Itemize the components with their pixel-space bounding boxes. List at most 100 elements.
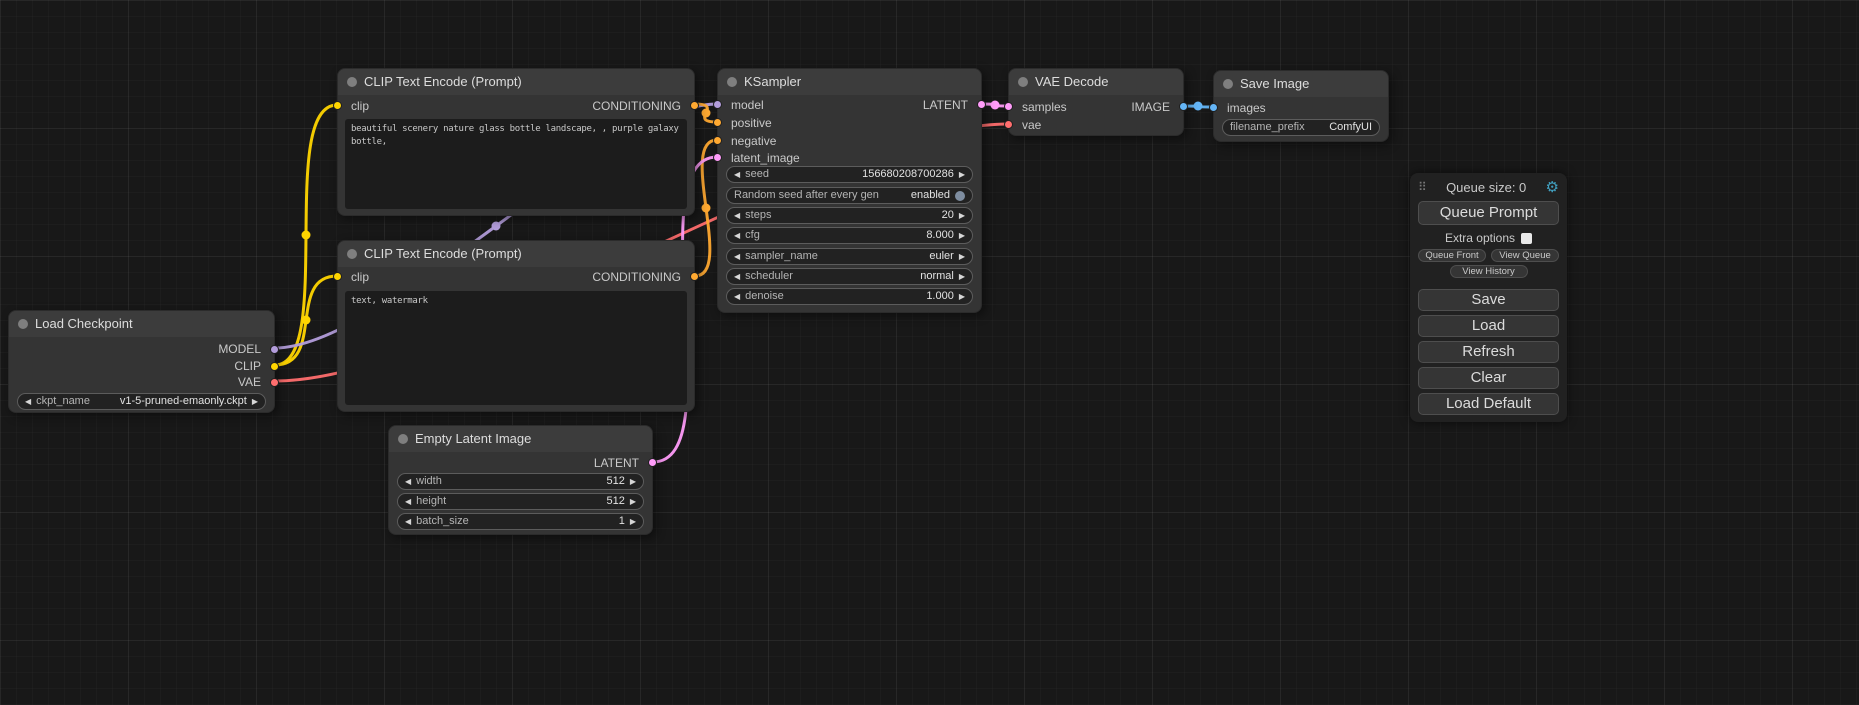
input-dot-clip[interactable] xyxy=(333,272,342,281)
input-label-vae: vae xyxy=(1022,118,1041,132)
widget-width[interactable]: ◀ width 512 ▶ xyxy=(397,473,644,490)
output-dot-image[interactable] xyxy=(1179,102,1188,111)
input-dot-images[interactable] xyxy=(1209,103,1218,112)
widget-denoise[interactable]: ◀ denoise 1.000 ▶ xyxy=(726,288,973,305)
output-dot-latent[interactable] xyxy=(977,100,986,109)
output-dot-latent[interactable] xyxy=(648,458,657,467)
input-dot-positive[interactable] xyxy=(713,118,722,127)
node-title-bar[interactable]: CLIP Text Encode (Prompt) xyxy=(338,69,694,95)
input-label-model: model xyxy=(731,98,764,112)
link-midpoint-dot xyxy=(492,222,501,231)
widget-name: sampler_name xyxy=(745,249,818,264)
load-button[interactable]: Load xyxy=(1418,315,1559,337)
widget-name: height xyxy=(416,494,446,509)
output-dot-model[interactable] xyxy=(270,345,279,354)
node-empty-latent-image[interactable]: Empty Latent Image LATENT ◀ width 512 ▶ … xyxy=(388,425,653,535)
decrement-arrow-icon[interactable]: ◀ xyxy=(734,208,740,223)
node-title-bar[interactable]: KSampler xyxy=(718,69,981,95)
increment-arrow-icon[interactable]: ▶ xyxy=(630,474,636,489)
node-clip-text-encode-positive[interactable]: CLIP Text Encode (Prompt) clip CONDITION… xyxy=(337,68,695,216)
decrement-arrow-icon[interactable]: ◀ xyxy=(405,494,411,509)
widget-height[interactable]: ◀ height 512 ▶ xyxy=(397,493,644,510)
decrement-arrow-icon[interactable]: ◀ xyxy=(734,228,740,243)
widget-seed[interactable]: ◀ seed 156680208700286 ▶ xyxy=(726,166,973,183)
widget-value: 1.000 xyxy=(926,289,954,304)
queue-front-button[interactable]: Queue Front xyxy=(1418,249,1486,262)
output-label-clip: CLIP xyxy=(234,359,261,373)
input-dot-latent-image[interactable] xyxy=(713,153,722,162)
node-ksampler[interactable]: KSampler model positive negative latent_… xyxy=(717,68,982,313)
node-clip-text-encode-negative[interactable]: CLIP Text Encode (Prompt) clip CONDITION… xyxy=(337,240,695,412)
input-dot-negative[interactable] xyxy=(713,136,722,145)
increment-arrow-icon[interactable]: ▶ xyxy=(959,228,965,243)
queue-prompt-button[interactable]: Queue Prompt xyxy=(1418,201,1559,225)
input-dot-samples[interactable] xyxy=(1004,102,1013,111)
drag-handle-icon[interactable]: ⠿ xyxy=(1418,180,1427,194)
save-button[interactable]: Save xyxy=(1418,289,1559,311)
prompt-textarea[interactable]: beautiful scenery nature glass bottle la… xyxy=(345,119,687,209)
node-title-bar[interactable]: CLIP Text Encode (Prompt) xyxy=(338,241,694,267)
clear-button[interactable]: Clear xyxy=(1418,367,1559,389)
input-dot-model[interactable] xyxy=(713,100,722,109)
output-dot-conditioning[interactable] xyxy=(690,272,699,281)
widget-value: 20 xyxy=(942,208,954,223)
decrement-arrow-icon[interactable]: ◀ xyxy=(734,289,740,304)
node-status-dot-icon[interactable] xyxy=(1018,77,1028,87)
link-midpoint-dot xyxy=(702,109,711,118)
widget-steps[interactable]: ◀ steps 20 ▶ xyxy=(726,207,973,224)
node-status-dot-icon[interactable] xyxy=(1223,79,1233,89)
extra-options-checkbox[interactable] xyxy=(1521,233,1532,244)
output-label-conditioning: CONDITIONING xyxy=(592,270,681,284)
node-title-bar[interactable]: Save Image xyxy=(1214,71,1388,97)
widget-cfg[interactable]: ◀ cfg 8.000 ▶ xyxy=(726,227,973,244)
node-status-dot-icon[interactable] xyxy=(18,319,28,329)
load-default-button[interactable]: Load Default xyxy=(1418,393,1559,415)
output-dot-conditioning[interactable] xyxy=(690,101,699,110)
prompt-textarea[interactable]: text, watermark xyxy=(345,291,687,405)
increment-arrow-icon[interactable]: ▶ xyxy=(959,167,965,182)
increment-arrow-icon[interactable]: ▶ xyxy=(630,494,636,509)
widget-sampler-name[interactable]: ◀ sampler_name euler ▶ xyxy=(726,248,973,265)
node-save-image[interactable]: Save Image images filename_prefix ComfyU… xyxy=(1213,70,1389,142)
decrement-arrow-icon[interactable]: ◀ xyxy=(25,394,31,409)
decrement-arrow-icon[interactable]: ◀ xyxy=(405,474,411,489)
node-status-dot-icon[interactable] xyxy=(347,249,357,259)
decrement-arrow-icon[interactable]: ◀ xyxy=(734,269,740,284)
node-status-dot-icon[interactable] xyxy=(347,77,357,87)
settings-gear-icon[interactable]: ⚙ xyxy=(1546,178,1559,196)
widget-random-seed-toggle[interactable]: Random seed after every gen enabled xyxy=(726,187,973,204)
view-queue-button[interactable]: View Queue xyxy=(1491,249,1559,262)
node-status-dot-icon[interactable] xyxy=(727,77,737,87)
input-dot-vae[interactable] xyxy=(1004,120,1013,129)
link-midpoint-dot xyxy=(302,231,311,240)
increment-arrow-icon[interactable]: ▶ xyxy=(959,208,965,223)
node-status-dot-icon[interactable] xyxy=(398,434,408,444)
increment-arrow-icon[interactable]: ▶ xyxy=(959,289,965,304)
output-dot-vae[interactable] xyxy=(270,378,279,387)
widget-scheduler[interactable]: ◀ scheduler normal ▶ xyxy=(726,268,973,285)
input-dot-clip[interactable] xyxy=(333,101,342,110)
node-graph-canvas[interactable]: Load Checkpoint MODEL CLIP VAE ◀ ckpt_na… xyxy=(0,0,1859,705)
decrement-arrow-icon[interactable]: ◀ xyxy=(734,249,740,264)
widget-value: enabled xyxy=(911,188,950,203)
view-history-button[interactable]: View History xyxy=(1450,265,1528,278)
node-vae-decode[interactable]: VAE Decode samples vae IMAGE xyxy=(1008,68,1184,136)
increment-arrow-icon[interactable]: ▶ xyxy=(630,514,636,529)
increment-arrow-icon[interactable]: ▶ xyxy=(959,249,965,264)
node-title: Save Image xyxy=(1240,76,1309,91)
widget-batch-size[interactable]: ◀ batch_size 1 ▶ xyxy=(397,513,644,530)
node-title-bar[interactable]: Load Checkpoint xyxy=(9,311,274,337)
link-midpoint-dot xyxy=(702,204,711,213)
toggle-on-icon[interactable] xyxy=(955,191,965,201)
increment-arrow-icon[interactable]: ▶ xyxy=(252,394,258,409)
widget-ckpt-name[interactable]: ◀ ckpt_name v1-5-pruned-emaonly.ckpt ▶ xyxy=(17,393,266,410)
decrement-arrow-icon[interactable]: ◀ xyxy=(734,167,740,182)
node-load-checkpoint[interactable]: Load Checkpoint MODEL CLIP VAE ◀ ckpt_na… xyxy=(8,310,275,413)
widget-filename-prefix[interactable]: filename_prefix ComfyUI xyxy=(1222,119,1380,136)
output-dot-clip[interactable] xyxy=(270,362,279,371)
decrement-arrow-icon[interactable]: ◀ xyxy=(405,514,411,529)
node-title-bar[interactable]: VAE Decode xyxy=(1009,69,1183,95)
node-title-bar[interactable]: Empty Latent Image xyxy=(389,426,652,452)
refresh-button[interactable]: Refresh xyxy=(1418,341,1559,363)
increment-arrow-icon[interactable]: ▶ xyxy=(959,269,965,284)
